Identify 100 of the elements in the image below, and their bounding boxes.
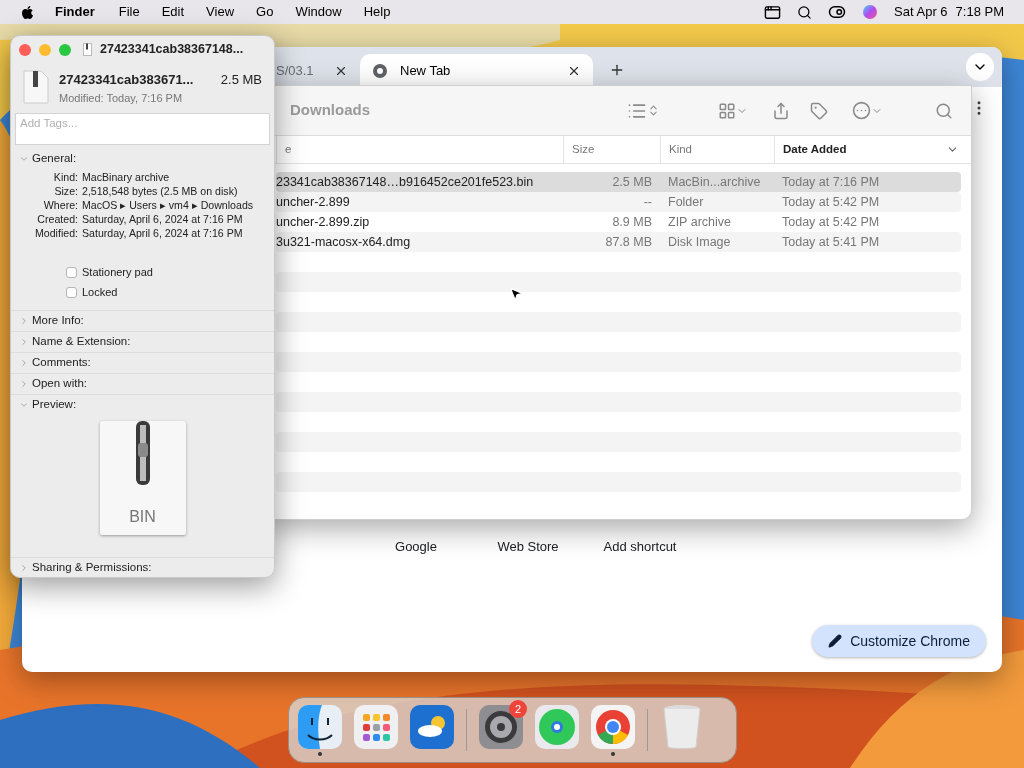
tag-icon[interactable]: [810, 101, 828, 120]
file-name: uncher-2.899: [276, 193, 351, 211]
tab-title: S/03.1: [276, 61, 315, 80]
gear-icon: [479, 704, 523, 749]
file-date: Today at 7:16 PM: [781, 173, 881, 191]
file-date: Today at 5:42 PM: [781, 213, 881, 231]
file-row[interactable]: 3u321-macosx-x64.dmg 87.8 MB Disk Image Today at 5:41 PM: [276, 232, 961, 252]
smiling-face-icon: [298, 704, 342, 749]
section-header[interactable]: General:: [11, 149, 274, 169]
toggle-icon[interactable]: [828, 3, 847, 21]
pencil-icon: [828, 634, 843, 648]
close-button[interactable]: [19, 43, 31, 56]
section-header[interactable]: Name & Extension:: [11, 332, 274, 352]
window-title: 27423341cab38367148...: [100, 41, 244, 59]
tab-title: New Tab: [400, 61, 452, 80]
column-header[interactable]: e: [276, 136, 563, 163]
menu-item[interactable]: Go: [256, 2, 274, 22]
file-kind: Folder: [667, 193, 705, 211]
chevron-icon: [19, 337, 29, 347]
menu-item[interactable]: Window: [295, 2, 342, 22]
menu-title[interactable]: Finder: [55, 2, 95, 22]
browser-logo-icon: [591, 704, 635, 749]
column-header[interactable]: Kind: [660, 136, 774, 163]
search-icon[interactable]: [797, 4, 813, 20]
tab-search-button[interactable]: [966, 53, 994, 81]
file-row[interactable]: 23341cab38367148…b916452ce201fe523.bin 2.5 MB MacBin...archive Today at 7:16 PM: [276, 172, 961, 192]
chevron-icon: [19, 563, 29, 573]
customize-chrome-button[interactable]: Customize Chrome: [812, 625, 986, 657]
grid-icon[interactable]: [718, 101, 736, 120]
column-header[interactable]: Size: [563, 136, 660, 163]
checkbox[interactable]: [66, 266, 77, 278]
field-label: Kind:: [52, 170, 78, 184]
chevron-icon: [19, 379, 29, 389]
orb-icon[interactable]: [862, 4, 879, 20]
shortcut-label[interactable]: Google: [360, 537, 472, 557]
browser-tab[interactable]: S/03.1: [272, 54, 352, 87]
menu-item[interactable]: View: [206, 2, 235, 22]
new-tab-icon[interactable]: [609, 62, 625, 78]
more-icon[interactable]: [852, 101, 871, 120]
column-header[interactable]: Date Added: [774, 136, 971, 163]
menu-item[interactable]: File: [118, 2, 140, 22]
chevron-icon: [19, 316, 29, 326]
file-name: uncher-2.899.zip: [276, 213, 371, 231]
share-icon[interactable]: [772, 101, 790, 120]
modified-date: Modified: Today, 7:16 PM: [59, 90, 184, 106]
zoom-button[interactable]: [59, 43, 71, 56]
cloud-sun-icon: [410, 704, 454, 749]
chevron-icon[interactable]: [647, 104, 660, 117]
field-label: Size:: [53, 184, 78, 198]
field-label: Where:: [42, 198, 78, 212]
checkbox-label: Locked: [82, 284, 118, 300]
file-row[interactable]: uncher-2.899 -- Folder Today at 5:42 PM: [276, 192, 961, 212]
chevron-icon: [19, 358, 29, 368]
section-header[interactable]: Preview:: [11, 395, 274, 415]
menu-time[interactable]: 7:18 PM: [955, 2, 1004, 22]
file-name: 23341cab38367148…b916452ce201fe523.bin: [276, 173, 535, 191]
section-header[interactable]: Open with:: [11, 374, 274, 394]
chevron-icon: [19, 154, 29, 164]
section-header[interactable]: Comments:: [11, 353, 274, 373]
file-size: 87.8 MB: [604, 233, 653, 251]
trash-icon: [662, 703, 702, 750]
field-value: MacOS ▸ Users ▸ vm4 ▸ Downloads: [82, 198, 255, 212]
file-size: 2.5 MB: [611, 173, 653, 191]
field-label: Modified:: [34, 226, 78, 240]
file-kind: ZIP archive: [667, 213, 732, 231]
menu-date[interactable]: Sat Apr 6: [894, 2, 948, 22]
file-name: 27423341cab383671...: [59, 71, 195, 89]
field-value: 2,518,548 bytes (2.5 MB on disk): [82, 184, 239, 198]
section-header[interactable]: More Info:: [11, 311, 274, 331]
menu-item[interactable]: Edit: [161, 2, 185, 22]
globe-logo-icon: [372, 62, 388, 79]
file-icon: [83, 43, 92, 56]
file-size: 2.5 MB: [220, 71, 262, 89]
zipper-icon: [133, 421, 152, 487]
field-value: MacBinary archive: [82, 170, 171, 184]
radar-icon: [535, 704, 579, 749]
file-size: 8.9 MB: [611, 213, 653, 231]
file-kind: Disk Image: [667, 233, 732, 251]
windows-icon[interactable]: [764, 3, 782, 21]
shortcut-label[interactable]: Add shortcut: [584, 537, 696, 557]
apple-icon[interactable]: [20, 4, 35, 20]
field-value: Saturday, April 6, 2024 at 7:16 PM: [82, 212, 244, 226]
menu-item[interactable]: Help: [363, 2, 391, 22]
file-size: --: [642, 193, 653, 211]
browser-tab[interactable]: New Tab: [360, 54, 593, 87]
zip-file-icon: [23, 70, 49, 104]
window-title: Downloads: [290, 100, 370, 121]
file-name: 3u321-macosx-x64.dmg: [276, 233, 412, 251]
field-value: Saturday, April 6, 2024 at 7:16 PM: [82, 226, 244, 240]
checkbox-label: Stationery pad: [82, 264, 153, 280]
checkbox[interactable]: [66, 286, 77, 298]
chevron-icon: [19, 400, 29, 410]
file-kind: MacBin...archive: [667, 173, 762, 191]
notification-badge: 2: [509, 700, 527, 718]
shortcut-label[interactable]: Web Store: [472, 537, 584, 557]
file-date: Today at 5:41 PM: [781, 233, 881, 251]
section-header[interactable]: Sharing & Permissions:: [11, 558, 274, 577]
tags-field[interactable]: Add Tags...: [15, 113, 270, 145]
app-grid-icon: [354, 704, 398, 749]
field-label: Created:: [36, 212, 78, 226]
